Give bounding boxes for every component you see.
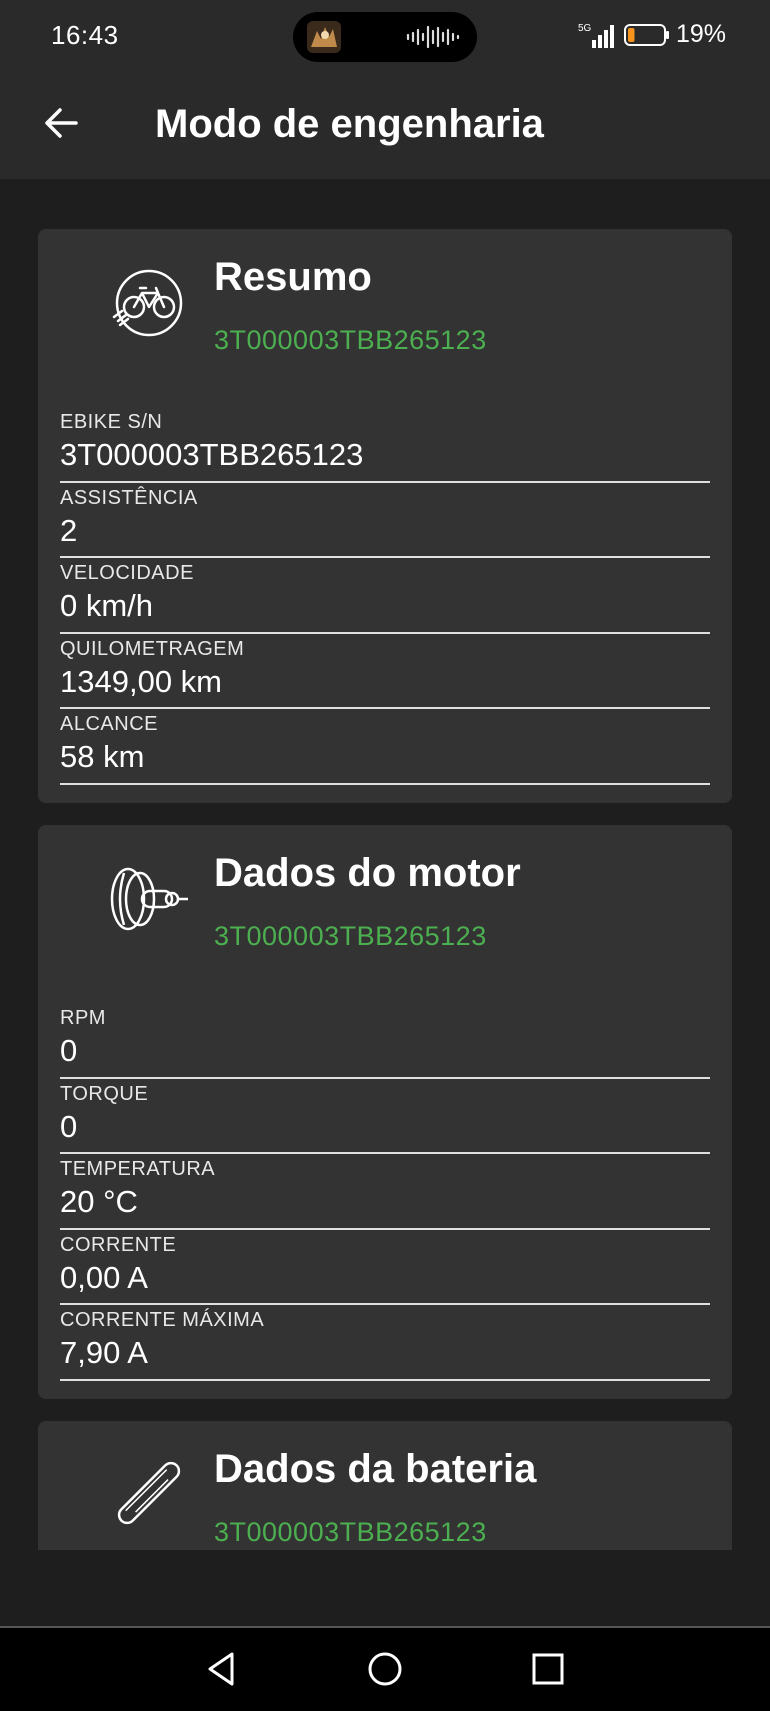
- battery-serial: 3T000003TBB265123: [214, 1517, 487, 1547]
- field-label: ALCANCE: [60, 713, 158, 735]
- nav-recents-icon[interactable]: [523, 1644, 573, 1694]
- battery-icon: [623, 23, 669, 46]
- field-value: 7,90 A: [60, 1335, 148, 1370]
- field-mileage: QUILOMETRAGEM 1349,00 km: [60, 634, 710, 709]
- status-time: 16:43: [51, 20, 119, 50]
- summary-serial: 3T000003TBB265123: [214, 325, 487, 355]
- summary-title: Resumo: [214, 255, 372, 299]
- field-label: CORRENTE MÁXIMA: [60, 1309, 265, 1331]
- motor-serial: 3T000003TBB265123: [214, 921, 487, 951]
- status-indicators: 5G 19%: [578, 20, 726, 49]
- field-value: 58 km: [60, 739, 145, 774]
- battery-card: Dados da bateria 3T000003TBB265123: [38, 1421, 732, 1550]
- battery-pack-icon: [117, 1461, 181, 1525]
- field-current: CORRENTE 0,00 A: [60, 1230, 710, 1305]
- dynamic-island[interactable]: [293, 12, 477, 62]
- field-label: ASSISTÊNCIA: [60, 486, 198, 509]
- field-torque: TORQUE 0: [60, 1079, 710, 1154]
- page-title: Modo de engenharia: [155, 102, 544, 146]
- ebike-icon: [112, 269, 183, 337]
- network-type: 5G: [578, 23, 592, 34]
- field-label: VELOCIDADE: [60, 562, 194, 584]
- field-value: 2: [60, 512, 78, 548]
- field-ebike-sn: EBIKE S/N 3T000003TBB265123: [60, 407, 710, 483]
- signal-icon: 5G: [578, 23, 614, 48]
- island-artwork-icon: [307, 21, 341, 53]
- motor-fields: RPM 0 TORQUE 0 TEMPERATURA 20 °C CORRENT…: [60, 1003, 710, 1381]
- motor-title: Dados do motor: [214, 851, 521, 895]
- nav-home-icon[interactable]: [360, 1644, 410, 1694]
- summary-fields: EBIKE S/N 3T000003TBB265123 ASSISTÊNCIA …: [60, 407, 710, 785]
- field-speed: VELOCIDADE 0 km/h: [60, 558, 710, 634]
- battery-percent: 19%: [675, 20, 726, 48]
- navigation-bar: [0, 1628, 770, 1711]
- audio-wave-icon: [406, 25, 460, 49]
- field-value: 0 km/h: [60, 588, 154, 623]
- content-scroll[interactable]: Resumo 3T000003TBB265123 EBIKE S/N 3T000…: [0, 179, 770, 1550]
- field-assistance: ASSISTÊNCIA 2: [60, 483, 710, 558]
- field-label: EBIKE S/N: [60, 411, 163, 433]
- motor-card: Dados do motor 3T000003TBB265123 RPM 0 T…: [38, 825, 732, 1399]
- field-label: QUILOMETRAGEM: [60, 637, 245, 660]
- nav-back-icon[interactable]: [196, 1644, 246, 1694]
- field-value: 20 °C: [60, 1184, 138, 1219]
- app-bar: Modo de engenharia: [0, 76, 770, 179]
- field-value: 0,00 A: [60, 1259, 148, 1295]
- field-max-current: CORRENTE MÁXIMA 7,90 A: [60, 1305, 710, 1381]
- arrow-left-icon[interactable]: [38, 100, 84, 146]
- field-temperature: TEMPERATURA 20 °C: [60, 1154, 710, 1230]
- field-value: 0: [60, 1108, 78, 1144]
- field-value: 0: [60, 1033, 78, 1068]
- field-range: ALCANCE 58 km: [60, 709, 710, 785]
- field-value: 3T000003TBB265123: [60, 437, 364, 472]
- field-label: CORRENTE: [60, 1233, 177, 1256]
- field-label: RPM: [60, 1007, 106, 1029]
- field-value: 1349,00 km: [60, 663, 222, 699]
- summary-card: Resumo 3T000003TBB265123 EBIKE S/N 3T000…: [38, 229, 732, 803]
- battery-fill: [627, 27, 635, 42]
- field-label: TEMPERATURA: [60, 1158, 216, 1180]
- status-bar: 16:43 5G 19%: [0, 0, 770, 76]
- field-rpm: RPM 0: [60, 1003, 710, 1079]
- motor-icon: [110, 867, 188, 931]
- field-label: TORQUE: [60, 1082, 149, 1105]
- battery-title: Dados da bateria: [214, 1447, 537, 1491]
